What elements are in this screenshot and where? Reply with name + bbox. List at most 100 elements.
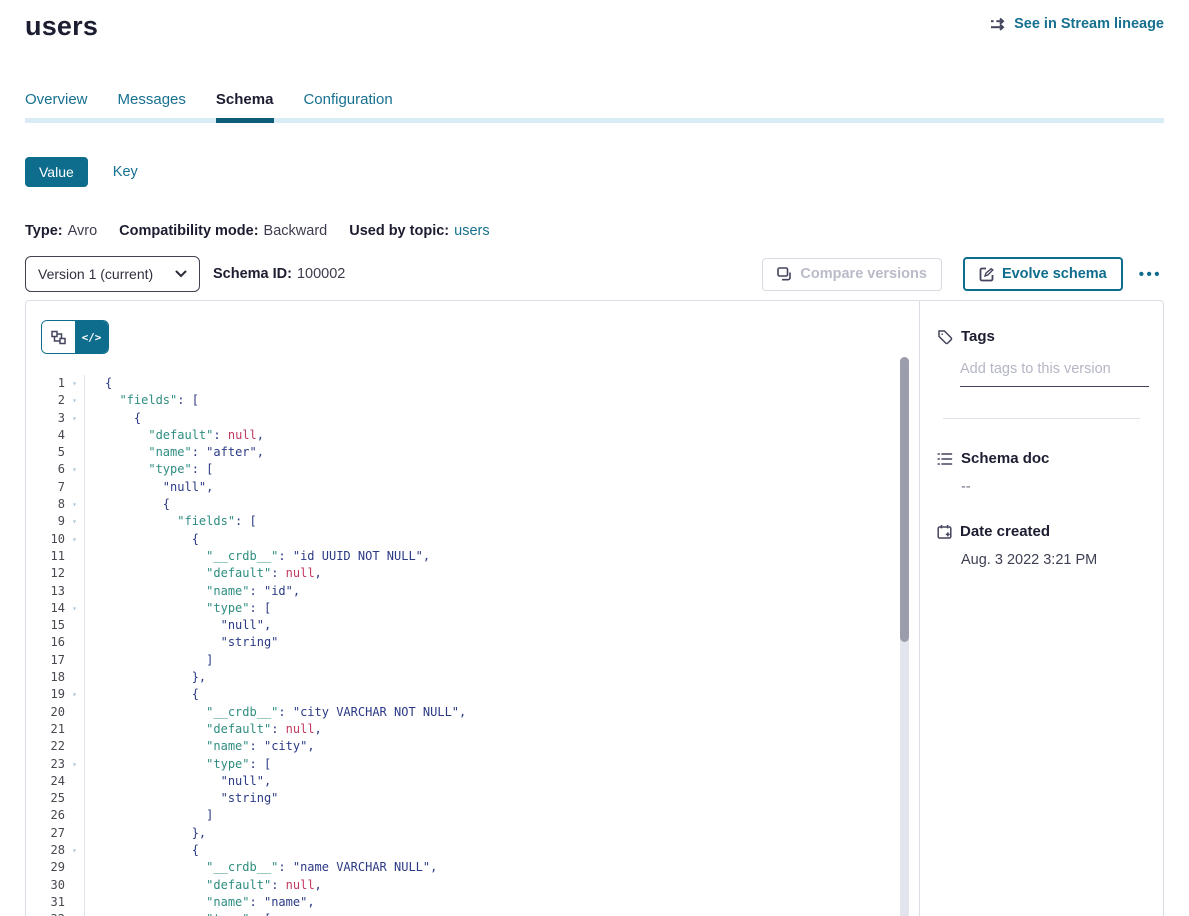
code-text: "default": null, bbox=[85, 427, 264, 444]
code-text: "string" bbox=[85, 790, 278, 807]
tag-icon bbox=[937, 329, 953, 345]
version-select-value: Version 1 (current) bbox=[38, 266, 153, 282]
code-line: 11 "__crdb__": "id UUID NOT NULL", bbox=[41, 548, 919, 565]
code-text: { bbox=[85, 842, 199, 859]
fold-toggle-icon[interactable]: ▾ bbox=[65, 756, 85, 773]
code-line: 17 ] bbox=[41, 652, 919, 669]
fold-spacer bbox=[65, 548, 85, 565]
code-line: 28▾ { bbox=[41, 842, 919, 859]
code-line: 24 "null", bbox=[41, 773, 919, 790]
schema-doc-title: Schema doc bbox=[961, 450, 1049, 467]
active-tab-indicator bbox=[216, 118, 274, 123]
fold-spacer bbox=[65, 479, 85, 496]
fold-spacer bbox=[65, 721, 85, 738]
code-line: 25 "string" bbox=[41, 790, 919, 807]
line-number: 28 bbox=[41, 842, 65, 859]
tab-messages[interactable]: Messages bbox=[118, 91, 186, 118]
code-text: "type": [ bbox=[85, 600, 271, 617]
add-tags-input[interactable] bbox=[960, 361, 1149, 387]
code-text: "null", bbox=[85, 479, 213, 496]
code-line: 21 "default": null, bbox=[41, 721, 919, 738]
line-number: 25 bbox=[41, 790, 65, 807]
line-number: 14 bbox=[41, 600, 65, 617]
code-view-button[interactable]: </> bbox=[75, 321, 108, 353]
code-line: 20 "__crdb__": "city VARCHAR NOT NULL", bbox=[41, 704, 919, 721]
line-number: 12 bbox=[41, 565, 65, 582]
code-line: 29 "__crdb__": "name VARCHAR NULL", bbox=[41, 859, 919, 876]
tab-schema[interactable]: Schema bbox=[216, 91, 274, 118]
line-number: 1 bbox=[41, 375, 65, 392]
line-number: 15 bbox=[41, 617, 65, 634]
fold-spacer bbox=[65, 877, 85, 894]
date-created-header: Date created bbox=[937, 523, 1148, 540]
compare-versions-button[interactable]: Compare versions bbox=[762, 258, 942, 291]
version-select[interactable]: Version 1 (current) bbox=[25, 256, 200, 292]
chevron-down-icon bbox=[175, 270, 187, 278]
code-line: 1▾{ bbox=[41, 375, 919, 392]
schema-page: users See in Stream lineage Overview Mes… bbox=[0, 0, 1189, 916]
code-line: 14▾ "type": [ bbox=[41, 600, 919, 617]
topic-link[interactable]: users bbox=[454, 223, 489, 239]
editor-scrollbar-track[interactable] bbox=[900, 357, 909, 916]
code-line: 26 ] bbox=[41, 807, 919, 824]
editor-view-toggle: </> bbox=[41, 320, 109, 354]
code-text: }, bbox=[85, 669, 206, 686]
fold-toggle-icon[interactable]: ▾ bbox=[65, 686, 85, 703]
code-line: 12 "default": null, bbox=[41, 565, 919, 582]
fold-toggle-icon[interactable]: ▾ bbox=[65, 461, 85, 478]
code-text: "fields": [ bbox=[85, 392, 199, 409]
fold-toggle-icon[interactable]: ▾ bbox=[65, 600, 85, 617]
tags-title: Tags bbox=[961, 328, 995, 345]
code-line: 2▾ "fields": [ bbox=[41, 392, 919, 409]
line-number: 16 bbox=[41, 634, 65, 651]
evolve-schema-button[interactable]: Evolve schema bbox=[963, 257, 1123, 291]
code-view-icon: </> bbox=[82, 331, 102, 344]
code-line: 15 "null", bbox=[41, 617, 919, 634]
schema-doc-value: -- bbox=[961, 479, 1148, 495]
code-line: 31 "name": "name", bbox=[41, 894, 919, 911]
code-line: 10▾ { bbox=[41, 531, 919, 548]
fold-toggle-icon[interactable]: ▾ bbox=[65, 531, 85, 548]
fold-toggle-icon[interactable]: ▾ bbox=[65, 513, 85, 530]
value-toggle-button[interactable]: Value bbox=[25, 157, 88, 187]
code-line: 13 "name": "id", bbox=[41, 583, 919, 600]
code-text: "string" bbox=[85, 634, 278, 651]
code-text: { bbox=[85, 686, 199, 703]
code-line: 18 }, bbox=[41, 669, 919, 686]
stream-lineage-icon bbox=[990, 17, 1007, 31]
fold-toggle-icon[interactable]: ▾ bbox=[65, 375, 85, 392]
tab-underline-track bbox=[25, 118, 1164, 123]
schema-sidebar: Tags Schema doc -- bbox=[919, 301, 1163, 916]
see-in-stream-lineage-link[interactable]: See in Stream lineage bbox=[990, 16, 1164, 32]
more-actions-button[interactable]: ••• bbox=[1137, 263, 1164, 286]
fold-spacer bbox=[65, 894, 85, 911]
code-text: "name": "after", bbox=[85, 444, 264, 461]
line-number: 32 bbox=[41, 911, 65, 916]
schema-panel: </> 1▾{2▾ "fields": [3▾ {4 "default": nu… bbox=[25, 300, 1164, 916]
code-text: "null", bbox=[85, 617, 271, 634]
fold-toggle-icon[interactable]: ▾ bbox=[65, 392, 85, 409]
fold-toggle-icon[interactable]: ▾ bbox=[65, 496, 85, 513]
editor-scrollbar-thumb[interactable] bbox=[900, 357, 909, 642]
fold-spacer bbox=[65, 444, 85, 461]
line-number: 17 bbox=[41, 652, 65, 669]
tab-overview[interactable]: Overview bbox=[25, 91, 88, 118]
code-line: 27 }, bbox=[41, 825, 919, 842]
fold-spacer bbox=[65, 652, 85, 669]
line-number: 26 bbox=[41, 807, 65, 824]
key-toggle-button[interactable]: Key bbox=[113, 164, 138, 180]
fold-toggle-icon[interactable]: ▾ bbox=[65, 842, 85, 859]
tree-view-button[interactable] bbox=[42, 321, 75, 353]
line-number: 5 bbox=[41, 444, 65, 461]
fold-toggle-icon[interactable]: ▾ bbox=[65, 410, 85, 427]
fold-toggle-icon[interactable]: ▾ bbox=[65, 911, 85, 916]
code-text: "__crdb__": "city VARCHAR NOT NULL", bbox=[85, 704, 466, 721]
schema-editor: </> 1▾{2▾ "fields": [3▾ {4 "default": nu… bbox=[26, 301, 919, 916]
fold-spacer bbox=[65, 565, 85, 582]
code-text: "default": null, bbox=[85, 565, 322, 582]
tab-configuration[interactable]: Configuration bbox=[303, 91, 392, 118]
code-text: "name": "id", bbox=[85, 583, 300, 600]
fold-spacer bbox=[65, 704, 85, 721]
code-line: 22 "name": "city", bbox=[41, 738, 919, 755]
line-number: 30 bbox=[41, 877, 65, 894]
